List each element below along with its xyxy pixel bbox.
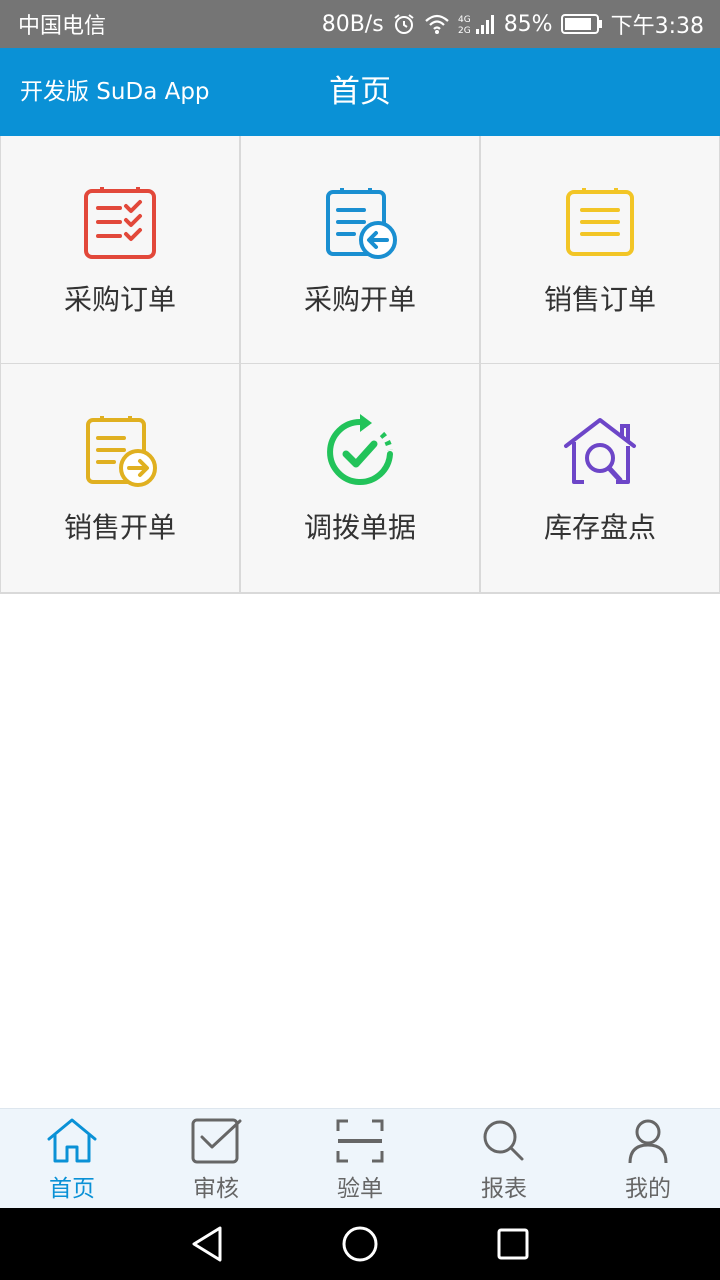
system-nav-bar [0,1208,720,1280]
tile-purchase-order[interactable]: 采购订单 [0,136,240,364]
document-lines-icon [566,188,634,256]
svg-text:2G: 2G [458,26,471,36]
tab-reports[interactable]: 报表 [432,1109,576,1208]
tile-label: 采购订单 [63,283,176,316]
tile-sales-order[interactable]: 销售订单 [480,136,720,364]
tile-inventory-check[interactable]: 库存盘点 [480,364,720,593]
house-search-icon [564,418,636,484]
nav-recents-button[interactable] [483,1214,543,1274]
clock-time: 下午3:38 [610,14,704,39]
recents-icon [497,1228,529,1260]
tile-label: 采购开单 [303,283,416,316]
home-icon [47,1118,97,1163]
nav-back-button[interactable] [177,1214,237,1274]
tab-review[interactable]: 审核 [144,1109,288,1208]
tile-sales-billing[interactable]: 销售开单 [0,364,240,593]
signal-icon: 4G 2G [458,12,496,36]
status-icons: 80B/s 4G 2G 85% 下午3:38 [322,8,704,40]
tile-purchase-billing[interactable]: 采购开单 [240,136,480,364]
battery-icon [560,13,603,35]
search-icon [483,1120,524,1161]
tab-inspection[interactable]: 验单 [288,1109,432,1208]
tile-label: 调拨单据 [303,511,416,544]
tile-transfer-documents[interactable]: 调拨单据 [240,364,480,593]
user-icon [628,1119,668,1164]
tab-label: 验单 [337,1176,383,1202]
tile-label: 库存盘点 [543,511,656,544]
wifi-icon [424,13,450,35]
app-header: 开发版 SuDa App 首页 [0,48,720,136]
carrier-name: 中国电信 [18,14,107,39]
back-icon [192,1226,222,1262]
tab-mine[interactable]: 我的 [576,1109,720,1208]
tab-label: 审核 [193,1176,239,1202]
refresh-check-icon [327,414,393,485]
document-arrow-in-icon [326,188,397,259]
app-name: 开发版 SuDa App [20,79,210,105]
tab-label: 报表 [481,1176,527,1202]
home-circle-icon [342,1226,378,1262]
function-grid: 采购订单 采购开单 销售订单 销售开单 调拨单据 库存盘点 [0,136,720,594]
network-type: 4G [458,15,471,25]
bottom-tabbar: 首页 审核 验单 报表 我的 [0,1108,720,1208]
scan-icon [336,1119,384,1163]
alarm-icon [392,12,416,36]
tile-label: 销售开单 [63,511,176,544]
tab-home[interactable]: 首页 [0,1109,144,1208]
document-arrow-out-icon [86,416,157,487]
tab-label: 首页 [49,1176,95,1202]
tab-label: 我的 [625,1176,671,1202]
battery-percent: 85% [503,11,553,37]
network-speed: 80B/s [321,11,384,37]
status-bar: 中国电信 80B/s 4G 2G 85% 下午3:38 [0,0,720,48]
checkbox-icon [191,1118,242,1164]
tile-label: 销售订单 [543,283,656,316]
checklist-icon [84,187,156,259]
nav-home-button[interactable] [330,1214,390,1274]
